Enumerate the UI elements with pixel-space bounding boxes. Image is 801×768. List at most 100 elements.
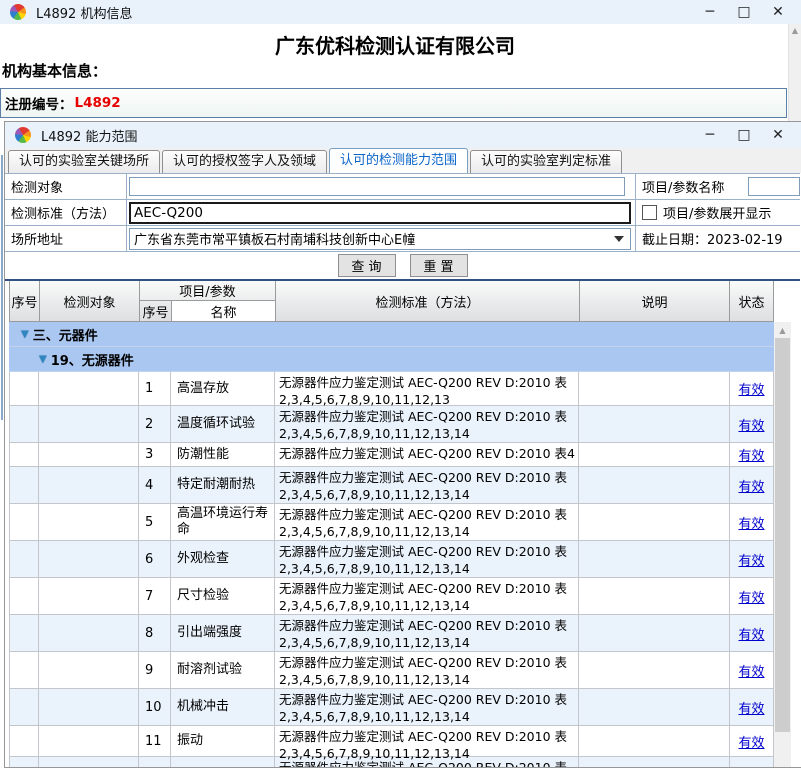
header-status: 状态 [730, 281, 774, 322]
query-button[interactable]: 查 询 [338, 254, 396, 277]
group-row-components[interactable]: ▼ 三、元器件 [9, 322, 774, 347]
table-scrollbar[interactable]: ▲ [774, 322, 791, 768]
close-icon[interactable]: ✕ [761, 0, 795, 24]
standard-method: 无源器件应力鉴定测试 AEC-Q200 REV D:2010 表2,3,4,5,… [275, 372, 579, 405]
param-name: 高温环境运行寿命 [171, 504, 275, 540]
search-form: 检测对象 项目/参数名称 检测标准（方法） 项目/参数展开显示 场所地址 [5, 173, 800, 252]
table-row: 8 引出端强度 无源器件应力鉴定测试 AEC-Q200 REV D:2010 表… [9, 615, 774, 652]
param-name [171, 757, 275, 767]
status-link[interactable]: 有效 [738, 587, 764, 606]
group-row-passive-components[interactable]: ▼ 19、无源器件 [9, 347, 774, 372]
table-row: 6 外观检查 无源器件应力鉴定测试 AEC-Q200 REV D:2010 表2… [9, 541, 774, 578]
minimize-icon[interactable]: ─ [693, 123, 727, 147]
tab-lab-criteria[interactable]: 认可的实验室判定标准 [470, 150, 622, 173]
standard-method: 无源器件应力鉴定测试 AEC-Q200 REV D:2010 表2,3,4,5,… [275, 652, 579, 688]
address-label: 场所地址 [5, 226, 127, 251]
deadline-text: 截止日期：2023-02-19 [642, 229, 783, 248]
header-param-name: 名称 [172, 301, 276, 322]
standard-method: 无源器件应力鉴定测试 AEC-Q200 REV D:2010 表2,3,4,5,… [275, 467, 579, 503]
status-link[interactable]: 有效 [738, 732, 764, 751]
status-link[interactable]: 有效 [738, 624, 764, 643]
app-pinwheel-icon [10, 4, 26, 20]
param-name: 振动 [171, 726, 275, 756]
table-body: ▼ 三、元器件 ▼ 19、无源器件 1 高温存放 无源器件应力鉴定测试 AEC-… [9, 322, 774, 768]
bg-window-scrollbar[interactable]: ▲ [788, 24, 801, 122]
param-name: 外观检查 [171, 541, 275, 577]
standard-method: 无源器件应力鉴定测试 AEC-Q200 REV D:2010 表2,3,4,5,… [275, 615, 579, 651]
status-link[interactable]: 有效 [738, 379, 764, 398]
address-dropdown[interactable]: 广东省东莞市常平镇板石村南埔科技创新中心E幢 [129, 228, 631, 250]
param-seq: 7 [139, 578, 171, 614]
param-seq: 10 [139, 689, 171, 725]
group-label: 19、无源器件 [51, 350, 134, 369]
standard-method: 无源器件应力鉴定测试 AEC-Q200 REV D:2010 表2,3,4,5,… [275, 578, 579, 614]
standard-method: 无源器件应力鉴定测试 AEC-Q200 REV D:2010 表2,3,4,5,… [275, 689, 579, 725]
expand-checkbox[interactable] [642, 205, 657, 220]
minimize-icon[interactable]: ─ [693, 0, 727, 24]
status-link[interactable]: 有效 [738, 698, 764, 717]
scrollbar-thumb[interactable] [775, 338, 790, 732]
capability-scope-window: L4892 能力范围 ─ □ ✕ 认可的实验室关键场所 认可的授权签字人及领域 … [4, 121, 801, 768]
header-note: 说明 [580, 281, 730, 322]
standard-method: 无源器件应力鉴定测试 AEC-Q200 REV D:2010 表2,3,4,5,… [275, 504, 579, 540]
param-seq: 2 [139, 406, 171, 442]
scroll-up-icon[interactable]: ▲ [774, 322, 791, 338]
button-row: 查 询 重 置 [5, 251, 800, 279]
maximize-icon[interactable]: □ [727, 0, 761, 24]
table-row: 10 机械冲击 无源器件应力鉴定测试 AEC-Q200 REV D:2010 表… [9, 689, 774, 726]
param-name-input[interactable] [748, 177, 800, 196]
tab-authorized-signatories[interactable]: 认可的授权签字人及领域 [162, 150, 327, 173]
maximize-icon[interactable]: □ [727, 123, 761, 147]
table-row: 1 高温存放 无源器件应力鉴定测试 AEC-Q200 REV D:2010 表2… [9, 372, 774, 406]
standard-method: 无源器件应力鉴定测试 AEC-Q200 REV D:2010 表4 [275, 443, 579, 466]
background-window-edge [1, 155, 3, 420]
table-row: 7 尺寸检验 无源器件应力鉴定测试 AEC-Q200 REV D:2010 表2… [9, 578, 774, 615]
table-row: 3 防潮性能 无源器件应力鉴定测试 AEC-Q200 REV D:2010 表4… [9, 443, 774, 467]
object-input[interactable] [129, 177, 625, 196]
form-row-standard: 检测标准（方法） 项目/参数展开显示 [5, 200, 800, 226]
tab-key-locations[interactable]: 认可的实验室关键场所 [8, 150, 160, 173]
header-param-group: 项目/参数 [140, 281, 276, 301]
status-link[interactable]: 有效 [738, 445, 764, 464]
scroll-up-icon[interactable]: ▲ [789, 24, 801, 38]
bg-window-title: L4892 机构信息 [36, 3, 132, 22]
collapse-icon[interactable]: ▼ [21, 329, 29, 340]
header-standard: 检测标准（方法） [276, 281, 580, 322]
status-link[interactable]: 有效 [738, 550, 764, 569]
reset-button[interactable]: 重 置 [410, 254, 468, 277]
param-seq [139, 757, 171, 767]
expand-checkbox-label: 项目/参数展开显示 [663, 203, 771, 222]
status-link[interactable]: 有效 [738, 661, 764, 680]
table-row: 2 温度循环试验 无源器件应力鉴定测试 AEC-Q200 REV D:2010 … [9, 406, 774, 443]
param-seq: 6 [139, 541, 171, 577]
header-seq: 序号 [10, 281, 40, 322]
registration-number-box: 注册编号： L4892 [0, 88, 787, 118]
param-name: 机械冲击 [171, 689, 275, 725]
group-label: 三、元器件 [33, 325, 98, 344]
collapse-icon[interactable]: ▼ [39, 354, 47, 365]
param-seq: 3 [139, 443, 171, 466]
param-seq: 4 [139, 467, 171, 503]
standard-input[interactable] [129, 202, 631, 224]
param-name: 防潮性能 [171, 443, 275, 466]
status-link[interactable]: 有效 [738, 476, 764, 495]
fg-window-titlebar[interactable]: L4892 能力范围 ─ □ ✕ [5, 122, 801, 148]
registration-label: 注册编号： [5, 93, 73, 113]
param-name: 温度循环试验 [171, 406, 275, 442]
status-link[interactable]: 有效 [738, 513, 764, 532]
bg-window-titlebar[interactable]: L4892 机构信息 ─ □ ✕ [0, 0, 801, 24]
standard-method: 无源器件应力鉴定测试 AEC-Q200 REV D:2010 表2,3,4,5,… [275, 726, 579, 756]
object-label: 检测对象 [5, 174, 127, 199]
fg-window-title: L4892 能力范围 [41, 126, 137, 145]
dropdown-arrow-icon [614, 236, 624, 242]
close-icon[interactable]: ✕ [761, 123, 795, 147]
param-seq: 5 [139, 504, 171, 540]
param-name: 尺寸检验 [171, 578, 275, 614]
table-row: 9 耐溶剂试验 无源器件应力鉴定测试 AEC-Q200 REV D:2010 表… [9, 652, 774, 689]
param-name: 特定耐潮耐热 [171, 467, 275, 503]
param-name: 高温存放 [171, 372, 275, 405]
status-link[interactable]: 有效 [738, 415, 764, 434]
tab-testing-capability[interactable]: 认可的检测能力范围 [329, 148, 468, 173]
table-row: 5 高温环境运行寿命 无源器件应力鉴定测试 AEC-Q200 REV D:201… [9, 504, 774, 541]
table-header: 序号 检测对象 项目/参数 序号 名称 检测标准（方法） 说明 状态 [9, 281, 774, 322]
